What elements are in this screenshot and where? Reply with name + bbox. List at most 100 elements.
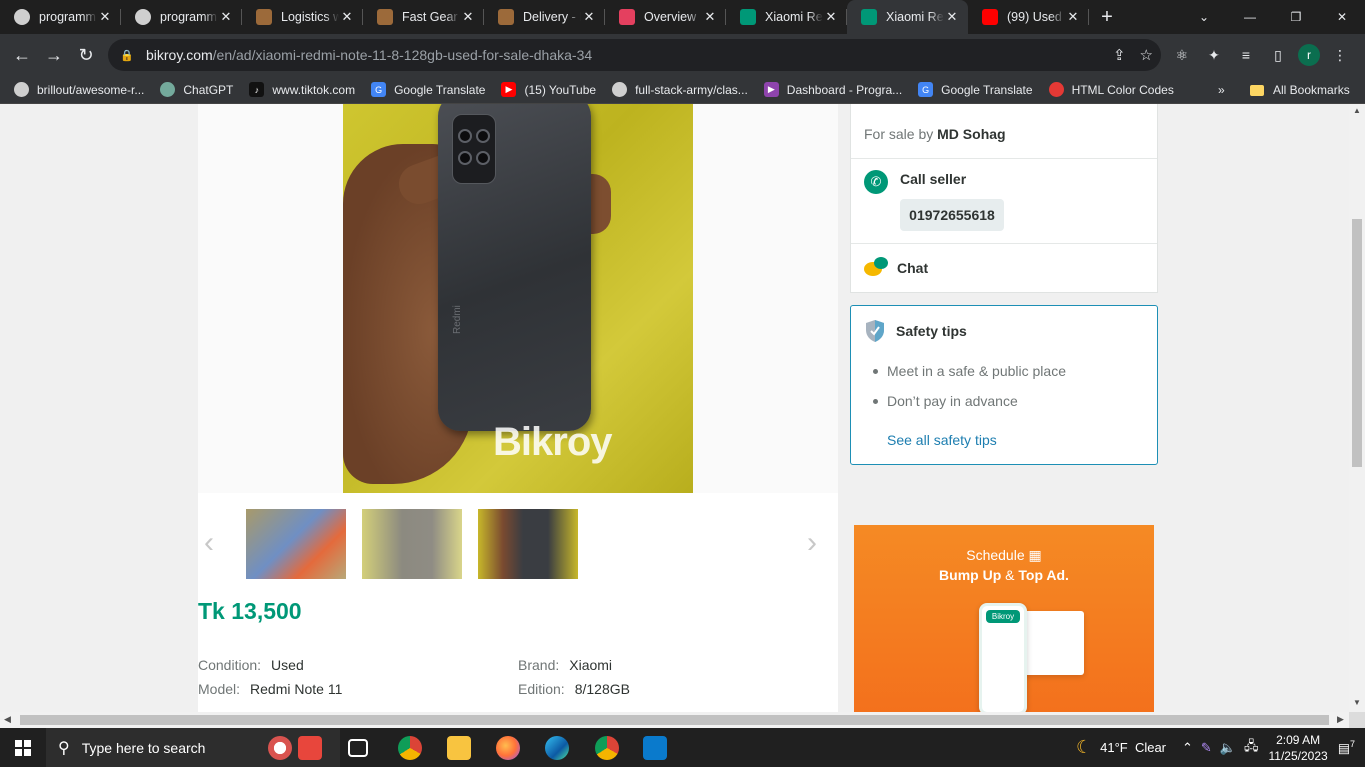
browser-tab[interactable]: programming✕ (121, 0, 242, 34)
browser-tab[interactable]: Logistics website✕ (242, 0, 363, 34)
gift-icon[interactable] (298, 736, 322, 760)
all-bookmarks-button[interactable]: All Bookmarks (1250, 76, 1350, 104)
taskbar-search-box[interactable]: ⚲ Type here to search (46, 728, 340, 767)
minimize-icon[interactable]: — (1227, 0, 1273, 34)
thumbnail-3[interactable] (478, 509, 578, 579)
network-icon[interactable]: 🖧 (1244, 737, 1259, 759)
back-icon[interactable]: ← (6, 39, 38, 71)
close-icon[interactable]: ✕ (339, 9, 355, 25)
spec-value: 8/128GB (574, 681, 630, 697)
browser-tab[interactable]: Overview ✕ (605, 0, 726, 34)
alarm-clock-icon[interactable] (268, 736, 292, 760)
bookmark-item[interactable]: G Google Translate (910, 82, 1040, 97)
bookmark-item[interactable]: brillout/awesome-r... (0, 82, 152, 97)
chevron-up-icon[interactable]: ⌃ (1182, 740, 1193, 756)
volume-icon[interactable]: 🔈 (1220, 740, 1236, 756)
tab-search-icon[interactable]: ⌄ (1181, 0, 1227, 34)
spec-condition: Condition: Used (198, 657, 304, 673)
avatar[interactable]: r (1298, 44, 1320, 66)
bookmark-item[interactable]: ChatGPT (152, 82, 241, 97)
address-bar[interactable]: 🔒 bikroy.com/en/ad/xiaomi-redmi-note-11-… (108, 39, 1161, 71)
phone-number-button[interactable]: 01972655618 (900, 199, 1004, 231)
close-window-icon[interactable]: ✕ (1319, 0, 1365, 34)
listing-card: Redmi Bikroy ‹ › Tk 13,500 Condition: Use… (198, 104, 838, 712)
close-icon[interactable]: ✕ (218, 9, 234, 25)
browser-tab-active[interactable]: Xiaomi Redmi✕ (847, 0, 968, 34)
listing-photo[interactable]: Redmi Bikroy (343, 104, 693, 493)
tab-title: programming (39, 10, 97, 24)
vertical-scrollbar[interactable]: ▲ ▼ (1349, 104, 1365, 712)
tab-title: Xiaomi Redmi (886, 10, 944, 24)
scrollbar-thumb[interactable] (20, 715, 1329, 725)
bookmark-item[interactable]: full-stack-army/clas... (604, 82, 756, 97)
pen-icon[interactable]: ✎ (1201, 740, 1212, 756)
close-icon[interactable]: ✕ (97, 9, 113, 25)
weather-text[interactable]: 41°F Clear (1100, 740, 1166, 755)
for-sale-by-label: For sale by (864, 126, 934, 142)
windows-start-icon[interactable] (0, 728, 46, 767)
scroll-up-icon[interactable]: ▲ (1353, 106, 1361, 115)
close-icon[interactable]: ✕ (944, 9, 960, 25)
bookmark-item[interactable]: G Google Translate (363, 82, 493, 97)
menu-icon[interactable]: ⋮ (1328, 47, 1352, 64)
promo-badge: Bikroy (986, 610, 1020, 623)
clock[interactable]: 2:09 AM 11/25/2023 (1269, 732, 1328, 764)
chrome-icon[interactable] (398, 736, 422, 760)
extensions-icon[interactable]: ✦ (1202, 47, 1226, 64)
close-icon[interactable]: ✕ (1065, 9, 1081, 25)
new-tab-button[interactable]: + (1089, 0, 1125, 34)
bookmark-item[interactable]: HTML Color Codes (1041, 82, 1182, 97)
browser-tab[interactable]: Delivery - Fast Gear✕ (484, 0, 605, 34)
price: Tk 13,500 (198, 598, 302, 624)
bookmarks-overflow-button[interactable]: » (1218, 76, 1225, 104)
tab-title: Logistics website (281, 10, 339, 24)
scroll-down-icon[interactable]: ▼ (1353, 698, 1361, 707)
tab-title: Delivery - Fast Gear (523, 10, 581, 24)
side-panel-icon[interactable]: ▯ (1266, 47, 1290, 64)
scrollbar-thumb[interactable] (1352, 219, 1362, 467)
chat-button[interactable]: Chat (897, 260, 928, 276)
bookmark-item[interactable]: ▶ Dashboard - Progra... (756, 82, 910, 97)
react-devtools-icon[interactable]: ⚛ (1170, 47, 1194, 64)
scroll-left-icon[interactable]: ◀ (4, 714, 11, 725)
edge-icon[interactable] (545, 736, 569, 760)
browser-tab[interactable]: Fast Gear ✕ (363, 0, 484, 34)
firefox-icon[interactable] (496, 736, 520, 760)
browser-tab[interactable]: (99) Used ✕ (968, 0, 1089, 34)
close-icon[interactable]: ✕ (460, 9, 476, 25)
taskbar: ⚲ Type here to search ☾ 41°F Clear ⌃ ✎ 🔈… (0, 728, 1365, 767)
close-icon[interactable]: ✕ (581, 9, 597, 25)
browser-tab[interactable]: programming✕ (0, 0, 121, 34)
notifications-icon[interactable]: ▤7 (1338, 739, 1355, 756)
restore-icon[interactable]: ❐ (1273, 0, 1319, 34)
file-explorer-icon[interactable] (447, 736, 471, 760)
chevron-left-icon[interactable]: ‹ (204, 526, 214, 560)
promo-banner[interactable]: Schedule ▦ Bump Up & Top Ad. Bikroy (854, 525, 1154, 712)
thumbnail-1[interactable] (246, 509, 346, 579)
bookmark-brown-icon (377, 9, 393, 25)
forward-icon[interactable]: → (38, 39, 70, 71)
vscode-icon[interactable] (643, 736, 667, 760)
see-all-safety-tips-link[interactable]: See all safety tips (887, 432, 997, 448)
thumbnail-strip: ‹ › (198, 508, 838, 580)
media-controls-icon[interactable]: ≡ (1234, 47, 1258, 63)
bookmark-brown-icon (256, 9, 272, 25)
task-view-icon[interactable] (348, 739, 368, 757)
bookmark-item[interactable]: ▶ (15) YouTube (493, 82, 604, 97)
bookmark-item[interactable]: ♪ www.tiktok.com (241, 82, 363, 97)
horizontal-scrollbar[interactable]: ◀ ▶ (0, 712, 1349, 728)
reload-icon[interactable]: ↻ (70, 39, 102, 71)
thumbnail-2[interactable] (362, 509, 462, 579)
chevron-right-icon[interactable]: › (807, 526, 817, 560)
share-icon[interactable]: ⇪ (1113, 46, 1126, 64)
star-icon[interactable]: ☆ (1140, 46, 1153, 64)
chrome-profile-icon[interactable] (595, 736, 619, 760)
browser-tab[interactable]: Xiaomi Redmi✕ (726, 0, 847, 34)
seller-name[interactable]: MD Sohag (937, 126, 1005, 142)
camera-lens (458, 129, 472, 143)
google-translate-icon: G (371, 82, 387, 97)
close-icon[interactable]: ✕ (823, 9, 839, 25)
scroll-right-icon[interactable]: ▶ (1337, 714, 1344, 725)
close-icon[interactable]: ✕ (702, 9, 718, 25)
all-bookmarks-label: All Bookmarks (1273, 83, 1350, 97)
